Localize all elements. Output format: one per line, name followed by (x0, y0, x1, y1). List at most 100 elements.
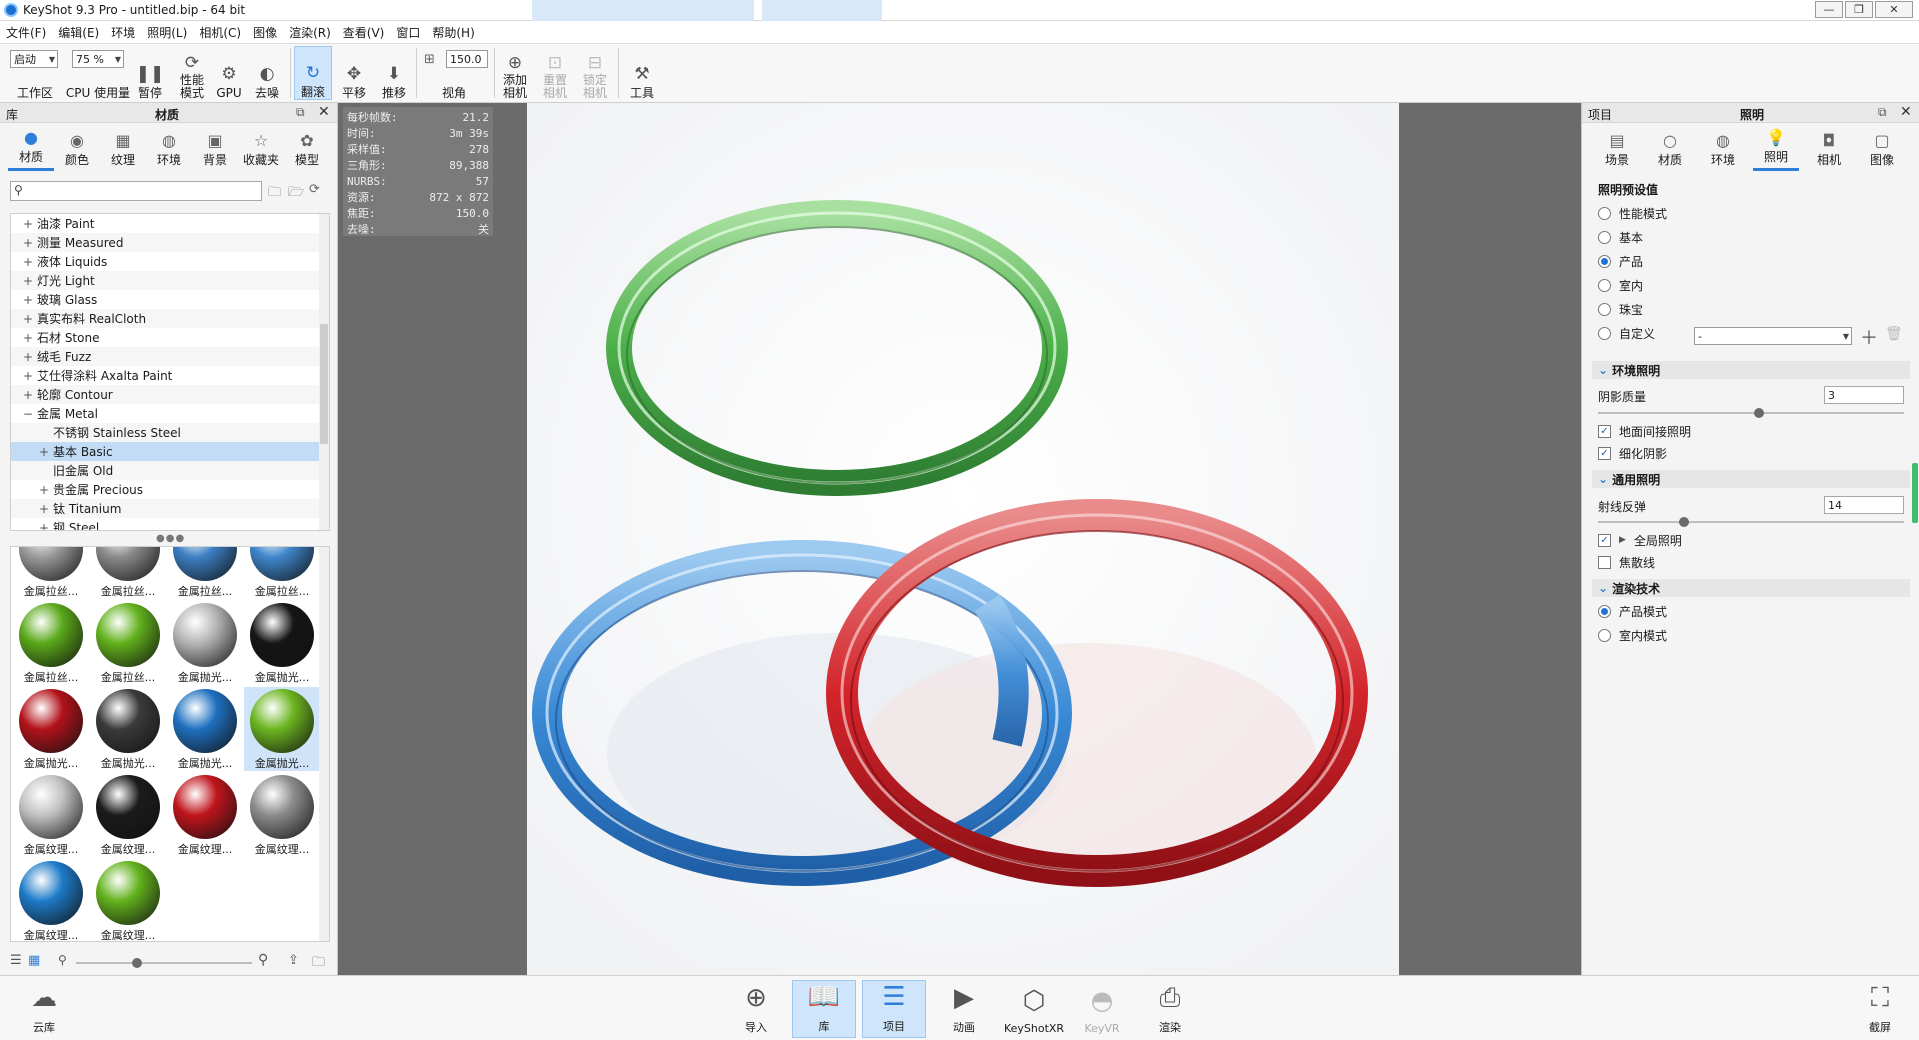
library-button[interactable]: 📖 库 (792, 980, 856, 1038)
keyvr-button[interactable]: ◓ KeyVR (1070, 980, 1134, 1038)
splitter-handle[interactable]: ●●● (156, 533, 185, 544)
cloud-library-button[interactable]: ☁ 云库 (12, 980, 76, 1038)
material-thumbnail[interactable]: 金属纹理... (167, 773, 243, 857)
expand-toggle-icon[interactable]: + (21, 369, 35, 383)
minimize-button[interactable]: — (1815, 1, 1843, 18)
expand-toggle-icon[interactable]: + (37, 445, 51, 459)
lighting-preset-option[interactable]: 产品 (1598, 251, 1643, 271)
project-button[interactable]: ☰ 项目 (862, 980, 926, 1038)
tree-item[interactable]: + 真实布料 RealCloth (11, 309, 319, 328)
fine-shadows-row[interactable]: ✓ 细化阴影 (1598, 443, 1667, 463)
ray-bounce-slider[interactable] (1598, 517, 1904, 527)
expand-toggle-icon[interactable]: + (21, 274, 35, 288)
slider-knob[interactable] (1754, 408, 1764, 418)
material-thumbnail[interactable]: 金属纹理... (13, 773, 89, 857)
preset-radio[interactable] (1598, 326, 1611, 340)
render-mode-radio[interactable] (1598, 628, 1611, 642)
tree-item[interactable]: + 贵金属 Precious (11, 480, 319, 499)
tree-item[interactable]: − 金属 Metal (11, 404, 319, 423)
preset-radio[interactable] (1598, 254, 1611, 268)
lighting-preset-option[interactable]: 珠宝 (1598, 299, 1643, 319)
chevron-right-icon[interactable]: ▶ (1619, 535, 1626, 545)
render-button[interactable]: ⎙ 渲染 (1138, 980, 1202, 1038)
expand-toggle-icon[interactable]: + (21, 388, 35, 402)
expand-toggle-icon[interactable]: + (21, 293, 35, 307)
slider-knob[interactable] (1679, 517, 1689, 527)
folder-open-icon[interactable]: 🗀 (268, 183, 281, 205)
fine-shadows-checkbox[interactable]: ✓ (1598, 446, 1611, 460)
menu-help[interactable]: 帮助(H) (426, 24, 480, 41)
render-image[interactable] (527, 103, 1399, 975)
menu-view[interactable]: 查看(V) (337, 24, 391, 41)
menu-lighting[interactable]: 照明(L) (141, 24, 193, 41)
material-thumbnail[interactable]: 金属抛光... (244, 687, 320, 771)
tree-item[interactable]: 旧金属 Old (11, 461, 319, 480)
material-thumbnail[interactable]: 金属纹理... (90, 859, 166, 941)
material-thumbnail[interactable]: 金属拉丝... (244, 547, 320, 599)
menu-file[interactable]: 文件(F) (0, 24, 52, 41)
ray-bounce-input[interactable]: 14 (1824, 496, 1904, 514)
keyshotxr-button[interactable]: ⬡ KeyShotXR (1000, 980, 1068, 1038)
material-thumbnail[interactable]: 金属抛光... (244, 601, 320, 685)
tree-item[interactable]: + 钛 Titanium (11, 499, 319, 518)
menu-edit[interactable]: 编辑(E) (52, 24, 105, 41)
grid-view-icon[interactable]: ▦ (28, 953, 40, 968)
refresh-icon[interactable]: ⟳ (309, 182, 320, 197)
tree-scrollbar-thumb[interactable] (320, 324, 328, 444)
expand-toggle-icon[interactable]: + (21, 331, 35, 345)
tab-camera[interactable]: ◘ 相机 (1806, 125, 1852, 171)
lighting-preset-option[interactable]: 性能模式 (1598, 203, 1667, 223)
tree-item[interactable]: + 绒毛 Fuzz (11, 347, 319, 366)
menu-render[interactable]: 渲染(R) (283, 24, 337, 41)
tab-environments[interactable]: ◍ 环境 (146, 125, 192, 171)
material-thumbnail[interactable]: 金属纹理... (13, 859, 89, 941)
tab-backplates[interactable]: ▣ 背景 (192, 125, 238, 171)
lock-camera-button[interactable]: ⊟ 锁定相机 (578, 46, 612, 100)
ground-indirect-row[interactable]: ✓ 地面间接照明 (1598, 421, 1691, 441)
material-thumbnail[interactable]: 金属拉丝... (90, 601, 166, 685)
performance-mode-button[interactable]: ⟳ 性能模式 (172, 46, 212, 100)
expand-toggle-icon[interactable]: + (37, 521, 51, 531)
tree-item[interactable]: + 钢 Steel (11, 518, 319, 531)
preset-radio[interactable] (1598, 278, 1611, 292)
dolly-button[interactable]: ⬇ 推移 (376, 46, 412, 100)
tab-models[interactable]: ✿ 模型 (284, 125, 330, 171)
render-mode-option[interactable]: 产品模式 (1598, 601, 1667, 621)
custom-preset-select[interactable]: - ▼ (1694, 327, 1852, 345)
material-thumbnail[interactable]: 金属拉丝... (13, 547, 89, 599)
expand-toggle-icon[interactable]: + (37, 502, 51, 516)
tab-lighting[interactable]: 💡 照明 (1753, 125, 1799, 171)
gpu-button[interactable]: ⚙ GPU (214, 46, 244, 100)
undock-icon[interactable]: ⧉ (296, 105, 305, 120)
material-thumbnail[interactable]: 金属抛光... (13, 687, 89, 771)
menu-camera[interactable]: 相机(C) (193, 24, 247, 41)
panel-close-icon[interactable]: ✕ (318, 104, 330, 120)
restore-button[interactable]: ❐ (1845, 1, 1873, 18)
global-illumination-checkbox[interactable]: ✓ (1598, 533, 1611, 547)
tree-item[interactable]: + 基本 Basic (11, 442, 319, 461)
tree-item[interactable]: 不锈钢 Stainless Steel (11, 423, 319, 442)
library-search-input[interactable]: ⚲ (10, 181, 262, 201)
env-lighting-section[interactable]: ⌄ 环境照明 (1592, 361, 1910, 379)
delete-preset-icon[interactable]: 🗑 (1885, 326, 1903, 342)
denoise-button[interactable]: ◐ 去噪 (250, 46, 284, 100)
preset-radio[interactable] (1598, 206, 1611, 220)
animation-button[interactable]: ▶ 动画 (932, 980, 996, 1038)
expand-toggle-icon[interactable]: + (21, 217, 35, 231)
panel-scrollbar-thumb[interactable] (1912, 463, 1918, 523)
close-button[interactable]: ✕ (1875, 1, 1913, 18)
tab-materials[interactable]: ● 材质 (8, 125, 54, 171)
general-lighting-section[interactable]: ⌄ 通用照明 (1592, 470, 1910, 488)
material-thumbnail[interactable]: 金属纹理... (90, 773, 166, 857)
material-thumbnail[interactable]: 金属拉丝... (13, 601, 89, 685)
tab-environment[interactable]: ◍ 环境 (1700, 125, 1746, 171)
tab-colors[interactable]: ◉ 颜色 (54, 125, 100, 171)
zoom-in-icon[interactable]: ⚲ (258, 952, 268, 968)
caustics-row[interactable]: 焦散线 (1598, 552, 1655, 572)
tab-textures[interactable]: ▦ 纹理 (100, 125, 146, 171)
shadow-quality-input[interactable]: 3 (1824, 386, 1904, 404)
folder-export-icon[interactable]: 🗀 (312, 953, 325, 975)
material-thumbnail[interactable]: 金属纹理... (244, 773, 320, 857)
menu-environment[interactable]: 环境 (105, 24, 141, 41)
list-view-icon[interactable]: ☰ (10, 953, 22, 968)
